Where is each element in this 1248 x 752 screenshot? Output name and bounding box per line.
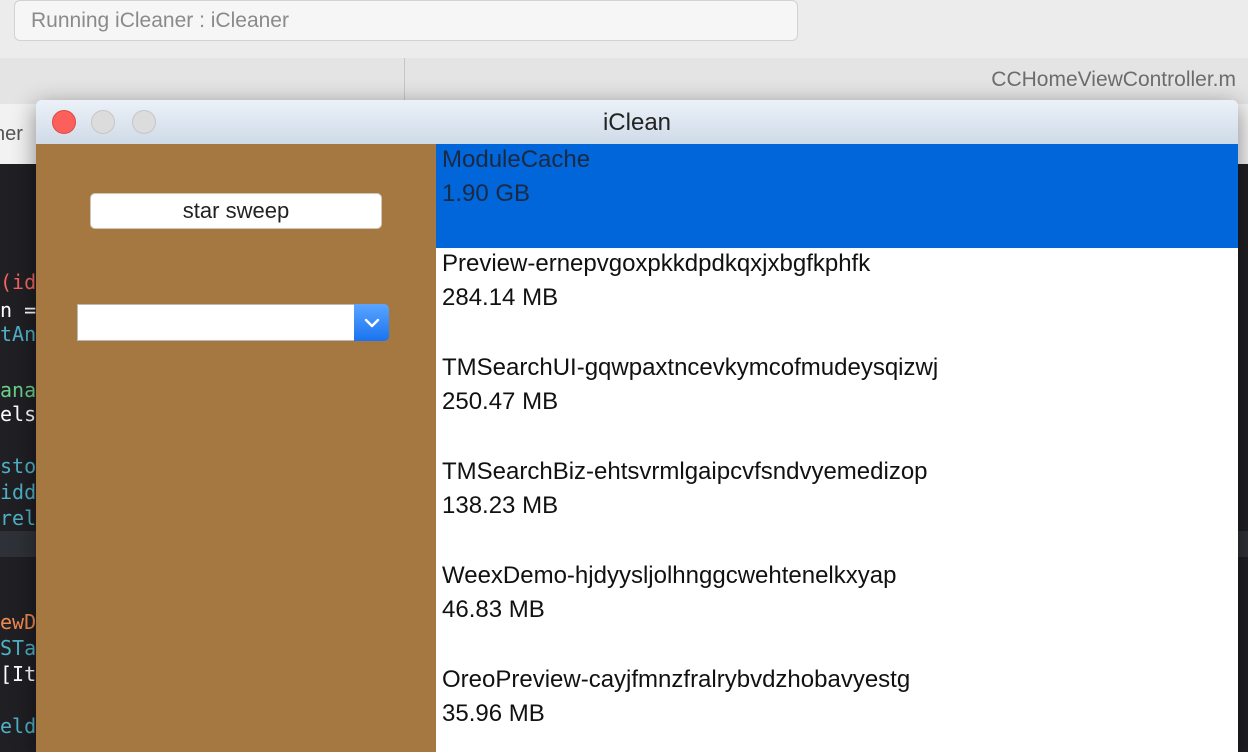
sidebar-panel: star sweep (36, 144, 436, 752)
item-name: TMSearchBiz-ehtsvrmlgaipcvfsndvyemedizop (442, 458, 928, 485)
minimize-window-button[interactable] (91, 110, 115, 134)
item-size: 250.47 MB (442, 388, 559, 415)
item-size: 138.23 MB (442, 492, 559, 519)
combo-text-field[interactable] (77, 304, 355, 341)
list-item[interactable]: Preview-ernepvgoxpkkdpdkqxjxbgfkphfk 284.… (436, 248, 1238, 352)
iclean-window: iClean star sweep ModuleCache 1.90 GB Prev… (36, 100, 1238, 752)
list-item[interactable]: OreoPreview-cayjfmnzfralrybvdzhobavyestg… (436, 664, 1238, 752)
item-name: OreoPreview-cayjfmnzfralrybvdzhobavyestg (442, 666, 911, 693)
zoom-window-button[interactable] (132, 110, 156, 134)
code-fragment: n = (0, 298, 37, 322)
code-fragment: els (0, 402, 37, 426)
code-fragment: sto (0, 454, 37, 478)
code-fragment: rel (0, 506, 37, 530)
item-size: 46.83 MB (442, 596, 545, 623)
xcode-activity-status: Running iCleaner : iCleaner (14, 0, 798, 41)
window-title: iClean (602, 109, 672, 136)
item-name: Preview-ernepvgoxpkkdpdkqxjxbgfkphfk (442, 250, 871, 277)
path-combo-box[interactable] (77, 304, 389, 341)
chevron-down-icon (364, 318, 379, 327)
xcode-jump-bar-label[interactable]: ner (0, 123, 23, 146)
code-fragment: STa (0, 636, 37, 660)
close-window-button[interactable] (52, 110, 76, 134)
item-size: 35.96 MB (442, 700, 545, 727)
code-fragment: ewD (0, 610, 37, 634)
code-fragment: (id (0, 270, 37, 294)
code-fragment: eld (0, 714, 37, 738)
list-item[interactable]: ModuleCache 1.90 GB (436, 144, 1238, 248)
xcode-tab-cchomeviewcontroller[interactable]: CCHomeViewController.m (991, 68, 1236, 92)
code-fragment: tAn (0, 322, 37, 346)
code-fragment: idd (0, 480, 37, 504)
item-name: WeexDemo-hjdyysljolhnggcwehtenelkxyap (442, 562, 897, 589)
xcode-toolbar: Running iCleaner : iCleaner (0, 0, 1248, 59)
item-size: 284.14 MB (442, 284, 559, 311)
star-sweep-button[interactable]: star sweep (90, 193, 382, 229)
item-name: ModuleCache (442, 146, 591, 173)
xcode-tab-divider (404, 58, 405, 104)
item-name: TMSearchUI-gqwpaxtncevkymcofmudeysqizwj (442, 354, 939, 381)
cache-list[interactable]: ModuleCache 1.90 GB Preview-ernepvgoxpkkdp… (436, 144, 1238, 752)
list-item[interactable]: TMSearchBiz-ehtsvrmlgaipcvfsndvyemedizop… (436, 456, 1238, 560)
code-fragment: ana (0, 378, 37, 402)
list-item[interactable]: WeexDemo-hjdyysljolhnggcwehtenelkxyap 46.… (436, 560, 1238, 664)
window-titlebar[interactable]: iClean (36, 100, 1238, 145)
combo-dropdown-button[interactable] (354, 304, 389, 341)
list-item[interactable]: TMSearchUI-gqwpaxtncevkymcofmudeysqizwj 2… (436, 352, 1238, 456)
item-size: 1.90 GB (442, 180, 531, 207)
